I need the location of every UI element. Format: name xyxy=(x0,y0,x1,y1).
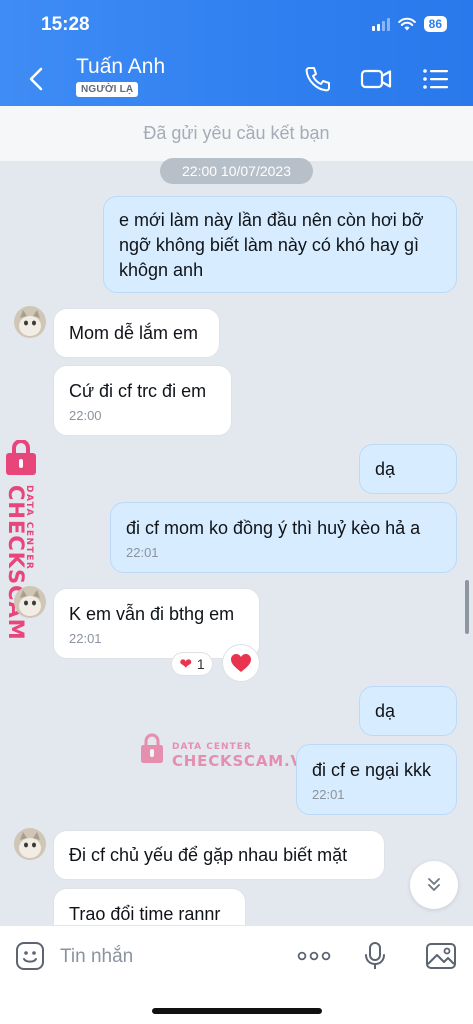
status-time: 15:28 xyxy=(41,14,90,35)
contact-avatar[interactable] xyxy=(14,828,46,860)
contact-avatar[interactable] xyxy=(14,586,46,618)
message-bubble-incoming[interactable]: Đi cf chủ yếu để gặp nhau biết mặt xyxy=(53,830,385,880)
message-bubble-incoming[interactable]: Mom dễ lắm em xyxy=(53,308,220,358)
cellular-signal-icon xyxy=(371,17,390,31)
checkscam-watermark-logo: DATA CENTER CHECKSCAM.VN xyxy=(141,733,310,770)
reaction-summary[interactable]: ❤ 1 xyxy=(171,652,213,676)
message-text: dạ xyxy=(375,459,396,479)
message-text: dạ xyxy=(375,701,396,721)
battery-indicator: 86 xyxy=(423,16,447,32)
reaction-count: 1 xyxy=(196,656,205,672)
message-time: 22:01 xyxy=(69,631,102,646)
svg-text:DATA CENTER: DATA CENTER xyxy=(24,485,34,570)
menu-list-icon[interactable] xyxy=(420,63,452,95)
sticker-emoji-icon[interactable] xyxy=(14,940,46,972)
home-indicator xyxy=(152,1008,322,1014)
heart-reaction-icon: ❤ xyxy=(179,656,192,673)
phone-call-icon[interactable] xyxy=(302,63,334,95)
message-text: Mom dễ lắm em xyxy=(69,323,199,343)
friend-request-status: Đã gửi yêu cầu kết bạn xyxy=(0,106,473,161)
message-time: 22:01 xyxy=(126,545,159,560)
wifi-icon xyxy=(397,17,416,31)
message-text: Đi cf chủ yếu để gặp nhau biết mặt xyxy=(69,845,348,865)
image-gallery-icon[interactable] xyxy=(425,940,457,972)
back-arrow-icon[interactable] xyxy=(26,63,48,95)
svg-text:DATA CENTER: DATA CENTER xyxy=(172,742,252,752)
message-text: Cứ đi cf trc đi em xyxy=(69,381,207,401)
message-bubble-outgoing[interactable]: dạ xyxy=(359,686,457,736)
double-chevron-down-icon xyxy=(428,878,440,891)
status-indicators: 86 xyxy=(371,16,447,32)
message-bubble-outgoing[interactable]: đi cf mom ko đồng ý thì huỷ kèo hả a 22:… xyxy=(110,502,457,573)
microphone-icon[interactable] xyxy=(359,940,391,972)
heart-icon xyxy=(231,654,251,672)
message-text: đi cf mom ko đồng ý thì huỷ kèo hả a xyxy=(126,518,421,538)
message-text: Trao đổi time rannr xyxy=(69,904,221,924)
contact-name[interactable]: Tuấn Anh xyxy=(76,55,165,79)
message-input[interactable]: Tin nhắn xyxy=(60,946,133,968)
message-text: đi cf e ngại kkk xyxy=(312,760,432,780)
video-call-icon[interactable] xyxy=(360,63,392,95)
message-bubble-outgoing[interactable]: đi cf e ngại kkk 22:01 xyxy=(296,744,457,815)
svg-text:CHECKSCAM.VN: CHECKSCAM.VN xyxy=(172,752,310,770)
add-reaction-button[interactable] xyxy=(222,644,260,682)
message-text: K em vẫn đi bthg em xyxy=(69,604,235,624)
stranger-badge: NGƯỜI LẠ xyxy=(76,82,139,97)
scroll-to-bottom-button[interactable] xyxy=(410,861,458,909)
contact-avatar[interactable] xyxy=(14,306,46,338)
date-separator: 22:00 10/07/2023 xyxy=(160,158,313,184)
more-options-icon[interactable] xyxy=(296,940,332,972)
message-bubble-outgoing[interactable]: dạ xyxy=(359,444,457,494)
message-bubble-incoming[interactable]: Cứ đi cf trc đi em 22:00 xyxy=(53,365,232,436)
message-time: 22:01 xyxy=(312,787,345,802)
chat-scrollbar[interactable] xyxy=(465,580,469,634)
chat-header: 15:28 86 Tuấn Anh NGƯỜI LẠ xyxy=(0,0,473,106)
message-text: e mới làm này lần đầu nên còn hơi bỡ ngỡ… xyxy=(119,210,424,280)
message-time: 22:00 xyxy=(69,408,102,423)
message-bubble-outgoing[interactable]: e mới làm này lần đầu nên còn hơi bỡ ngỡ… xyxy=(103,196,457,293)
